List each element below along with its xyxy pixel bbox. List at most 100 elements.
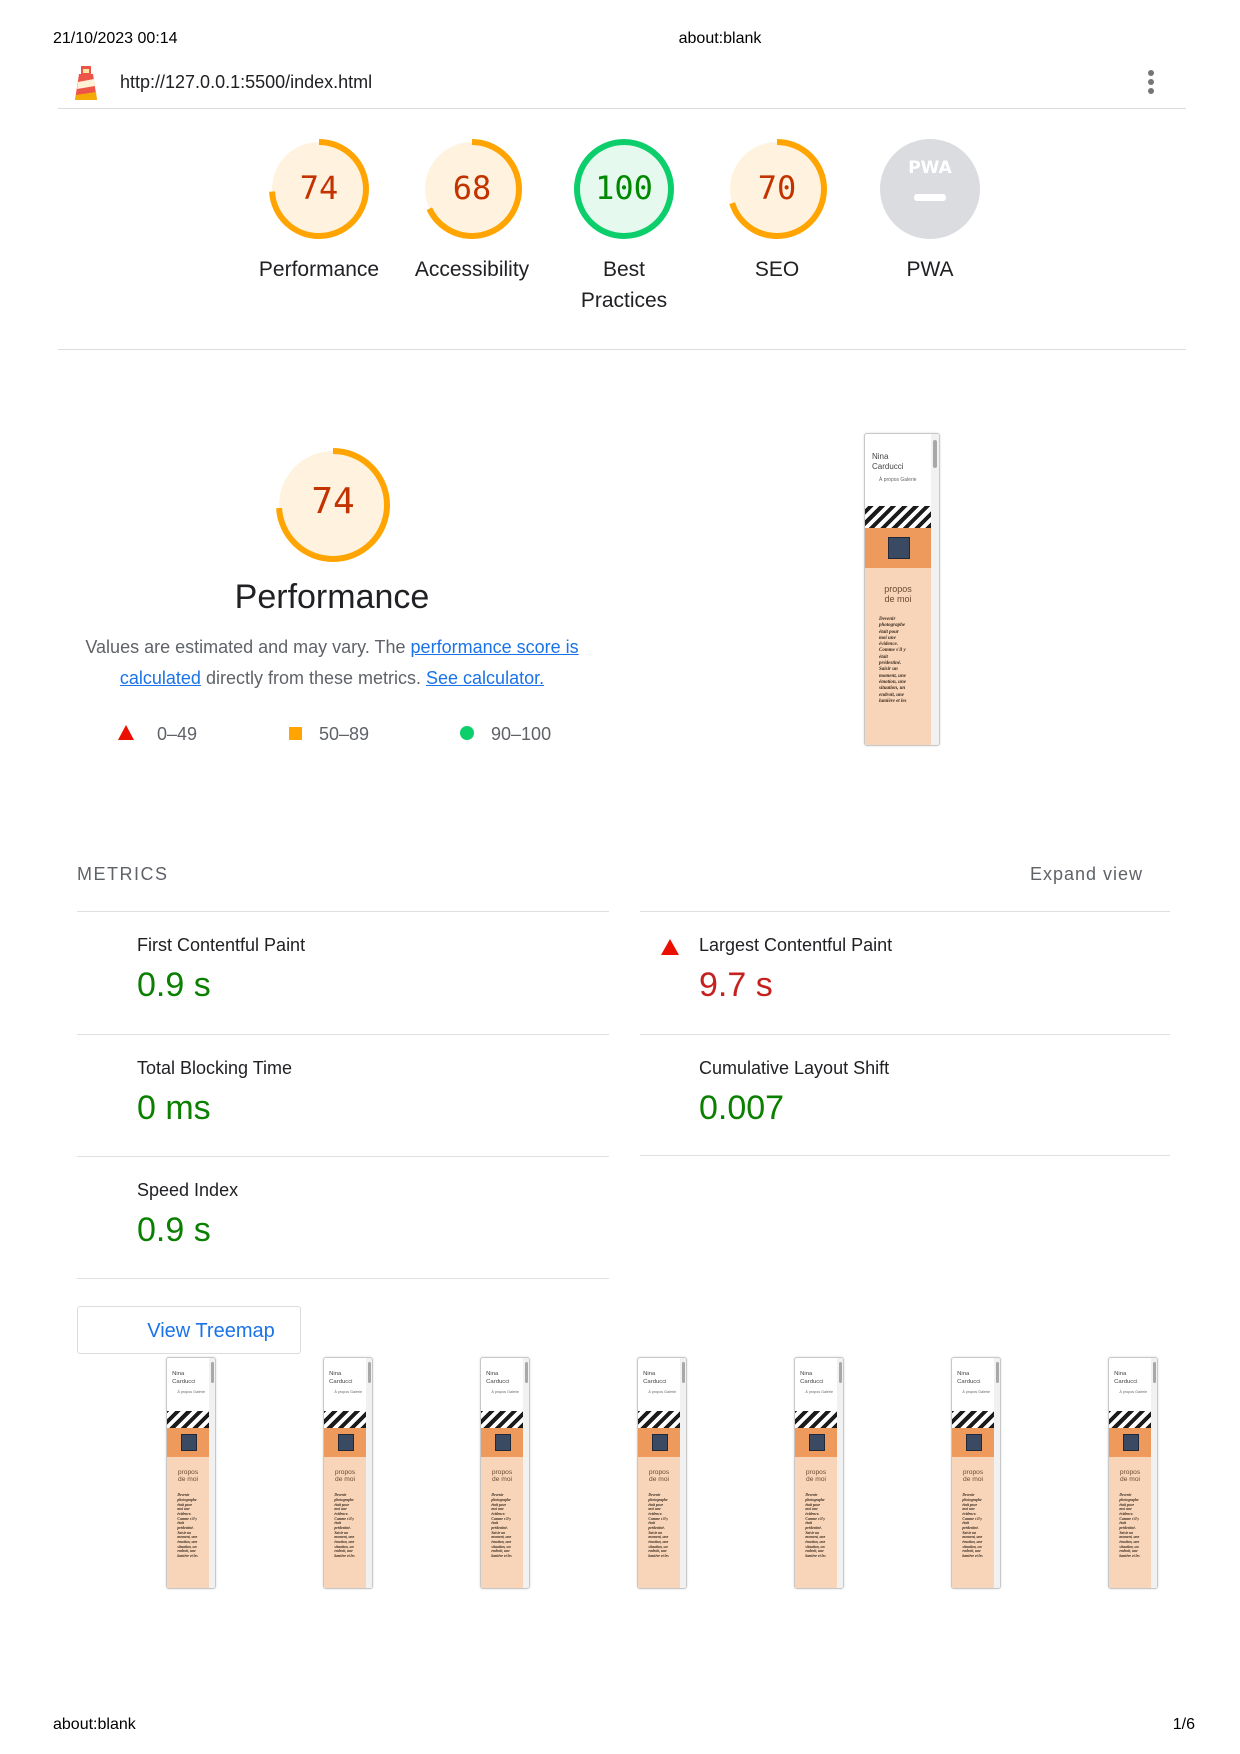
- scrollbar: [1151, 1358, 1157, 1588]
- pwa-badge-icon: PWA: [880, 139, 980, 239]
- hero-image: [952, 1411, 995, 1428]
- desc-text-2: directly from these metrics.: [200, 668, 427, 688]
- metric-value-lcp: 9.7 s: [699, 966, 773, 1004]
- print-footer-url: about:blank: [53, 1716, 136, 1733]
- category-label-seo: SEO: [754, 258, 800, 281]
- hero-image: [795, 1411, 838, 1428]
- legend-average-label: 50–89: [319, 724, 370, 744]
- site-nav: À propos Galerie: [805, 1389, 834, 1394]
- about-heading: propos de moi: [1119, 1469, 1141, 1484]
- metric-divider: [640, 911, 1170, 912]
- scrollbar-thumb: [210, 1362, 214, 1384]
- category-gauge-accessibility[interactable]: 68 Accessibility: [402, 138, 542, 285]
- metric-divider: [640, 1155, 1170, 1156]
- svg-text:PWA: PWA: [908, 158, 952, 178]
- category-gauge-pwa[interactable]: PWA PWA: [860, 138, 1000, 285]
- see-calculator-link[interactable]: See calculator.: [426, 668, 544, 688]
- metric-value-cls: 0.007: [699, 1089, 785, 1127]
- metric-title-lcp: Largest Contentful Paint: [699, 935, 893, 955]
- report-topbar: http://127.0.0.1:5500/index.html: [58, 62, 1186, 109]
- site-nav: À propos Galerie: [648, 1389, 677, 1394]
- scrollbar-thumb: [933, 440, 937, 468]
- about-heading: propos de moi: [962, 1469, 984, 1484]
- category-gauge-performance[interactable]: 74 Performance: [249, 138, 389, 285]
- metric-value-fcp: 0.9 s: [137, 966, 211, 1004]
- legend-pass-label: 90–100: [491, 724, 552, 744]
- hero-image: [865, 506, 931, 528]
- category-label-best-practices: Best Practices: [580, 258, 668, 312]
- category-gauge-best-practices[interactable]: 100 Best Practices: [554, 138, 694, 316]
- metric-divider: [640, 1034, 1170, 1035]
- about-text: Devenir photographe était pour moi une évide…: [879, 617, 907, 704]
- lighthouse-icon: [75, 66, 97, 100]
- metric-title-si: Speed Index: [137, 1180, 239, 1200]
- metric-divider: [77, 911, 609, 912]
- site-name: Nina Carducci: [957, 1371, 981, 1385]
- about-heading: propos de moi: [491, 1469, 513, 1484]
- about-text: Devenir photographe était pour moi une évide…: [491, 1493, 512, 1558]
- filmstrip-frame: Nina Carducci À propos Galerie propos de moi…: [951, 1357, 1001, 1589]
- site-nav: À propos Galerie: [1119, 1389, 1148, 1394]
- scrollbar-thumb: [681, 1362, 685, 1384]
- metric-divider: [77, 1156, 609, 1157]
- portrait-image: [651, 1434, 669, 1452]
- print-datetime: 21/10/2023 00:14: [53, 30, 178, 47]
- scrollbar-thumb: [995, 1362, 999, 1384]
- site-name: Nina Carducci: [872, 452, 904, 471]
- about-heading: propos de moi: [177, 1469, 199, 1484]
- filmstrip-frame: Nina Carducci À propos Galerie propos de moi…: [794, 1357, 844, 1589]
- portrait-image: [494, 1434, 512, 1452]
- category-label-accessibility: Accessibility: [414, 258, 530, 281]
- scrollbar: [931, 434, 939, 745]
- about-heading: propos de moi: [805, 1469, 827, 1484]
- metric-title-tbt: Total Blocking Time: [137, 1058, 293, 1078]
- portrait-image: [808, 1434, 826, 1452]
- desc-text: Values are estimated and may vary. The: [85, 637, 411, 657]
- scrollbar: [837, 1358, 843, 1588]
- category-gauge-seo[interactable]: 70 SEO: [707, 138, 847, 285]
- about-text: Devenir photographe était pour moi une évide…: [805, 1493, 826, 1558]
- hero-image: [638, 1411, 681, 1428]
- metric-title-cls: Cumulative Layout Shift: [699, 1058, 890, 1078]
- metric-title-fcp: First Contentful Paint: [137, 935, 306, 955]
- filmstrip-frame: Nina Carducci À propos Galerie propos de moi…: [1108, 1357, 1158, 1589]
- about-heading: propos de moi: [884, 584, 912, 604]
- expand-view-toggle[interactable]: Expand view: [1030, 864, 1143, 885]
- scrollbar-thumb: [524, 1362, 528, 1384]
- about-text: Devenir photographe était pour moi une évide…: [962, 1493, 983, 1558]
- legend-fail: 0–49: [118, 724, 197, 745]
- print-page-number: 1/6: [1172, 1716, 1195, 1733]
- site-nav: À propos Galerie: [334, 1389, 363, 1394]
- performance-main-score: 74: [311, 481, 355, 522]
- scrollbar: [994, 1358, 1000, 1588]
- metric-divider: [77, 1278, 609, 1279]
- about-text: Devenir photographe était pour moi une évide…: [334, 1493, 355, 1558]
- portrait-image: [1122, 1434, 1140, 1452]
- performance-description: Values are estimated and may vary. The p…: [72, 632, 592, 694]
- legend-pass: 90–100: [460, 724, 551, 745]
- site-nav: À propos Galerie: [962, 1389, 991, 1394]
- view-treemap-button[interactable]: View Treemap: [77, 1306, 301, 1354]
- portrait-image: [180, 1434, 198, 1452]
- scrollbar: [680, 1358, 686, 1588]
- kebab-menu-icon[interactable]: [1146, 70, 1156, 98]
- site-name: Nina Carducci: [172, 1371, 196, 1385]
- hero-image: [1109, 1411, 1152, 1428]
- category-label-pwa: PWA: [906, 258, 954, 281]
- scrollbar-thumb: [367, 1362, 371, 1384]
- site-name: Nina Carducci: [800, 1371, 824, 1385]
- print-title: about:blank: [678, 30, 762, 47]
- site-nav: À propos Galerie: [177, 1389, 206, 1394]
- site-name: Nina Carducci: [643, 1371, 667, 1385]
- report-url: http://127.0.0.1:5500/index.html: [120, 72, 373, 92]
- scrollbar: [523, 1358, 529, 1588]
- hero-image: [481, 1411, 524, 1428]
- filmstrip-frame: Nina Carducci À propos Galerie propos de moi…: [637, 1357, 687, 1589]
- about-text: Devenir photographe était pour moi une évide…: [1119, 1493, 1140, 1558]
- portrait-image: [888, 537, 910, 559]
- category-score-seo: 70: [757, 169, 797, 207]
- legend-average: 50–89: [289, 724, 369, 745]
- legend-fail-label: 0–49: [157, 724, 198, 744]
- site-name: Nina Carducci: [486, 1371, 510, 1385]
- metric-value-tbt: 0 ms: [137, 1089, 211, 1127]
